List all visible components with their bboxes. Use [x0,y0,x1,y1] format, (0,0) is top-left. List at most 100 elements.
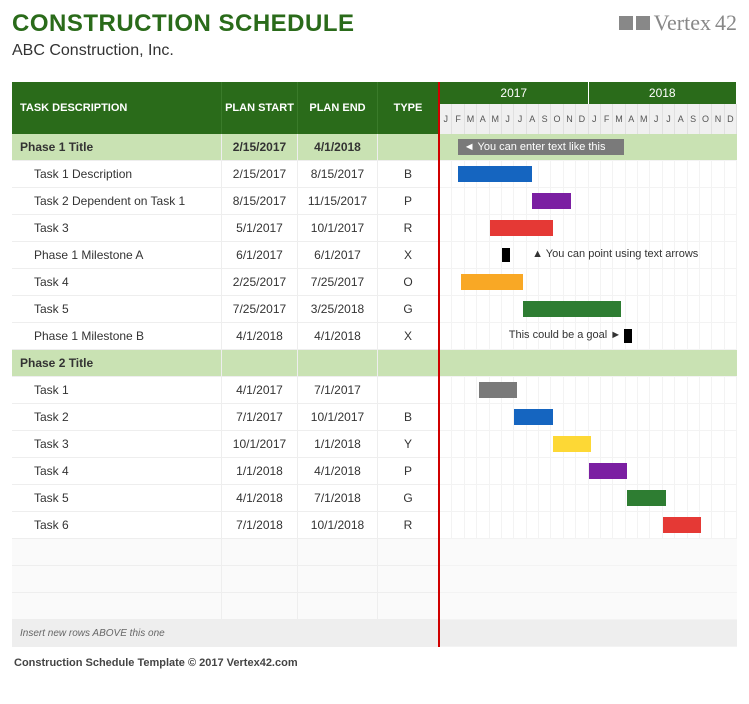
month-label: M [638,104,650,134]
table-row[interactable]: Task 35/1/201710/1/2017R [12,215,438,242]
table-row[interactable]: Task 27/1/201710/1/2017B [12,404,438,431]
table-row[interactable]: Phase 1 Title2/15/20174/1/2018 [12,134,438,161]
type-cell [378,377,438,403]
plan-end-cell: 4/1/2018 [298,134,378,160]
task-name: Phase 1 Milestone A [12,242,222,268]
table-row[interactable]: Task 67/1/201810/1/2018R [12,512,438,539]
table-row[interactable]: Task 2 Dependent on Task 18/15/201711/15… [12,188,438,215]
type-cell [378,350,438,376]
plan-end-cell: 4/1/2018 [298,458,378,484]
task-name: Task 2 [12,404,222,430]
col-task-description: TASK DESCRIPTION [12,82,222,134]
month-label: J [502,104,514,134]
table-row[interactable]: Task 41/1/20184/1/2018P [12,458,438,485]
type-cell: R [378,215,438,241]
table-row[interactable]: Task 54/1/20187/1/2018G [12,485,438,512]
task-name: Task 3 [12,215,222,241]
empty-row[interactable] [12,593,438,620]
gantt-bar [523,301,621,317]
gantt-row [440,620,737,647]
gantt-row [440,296,737,323]
plan-start-cell: 4/1/2018 [222,323,298,349]
task-name: Task 3 [12,431,222,457]
task-name: Task 1 [12,377,222,403]
plan-end-cell: 7/1/2017 [298,377,378,403]
empty-row[interactable] [12,539,438,566]
task-table: TASK DESCRIPTION PLAN START PLAN END TYP… [12,82,440,647]
month-label: M [490,104,502,134]
plan-start-cell: 2/15/2017 [222,161,298,187]
table-row[interactable]: Task 310/1/20171/1/2018Y [12,431,438,458]
month-label: O [551,104,563,134]
table-header: TASK DESCRIPTION PLAN START PLAN END TYP… [12,82,438,134]
plan-start-cell: 4/1/2017 [222,377,298,403]
gantt-bar [663,517,702,533]
table-row[interactable]: Phase 1 Milestone A6/1/20176/1/2017X [12,242,438,269]
plan-end-cell: 10/1/2018 [298,512,378,538]
plan-end-cell: 4/1/2018 [298,323,378,349]
table-row[interactable]: Task 42/25/20177/25/2017O [12,269,438,296]
gantt-bar [458,166,532,182]
annotation-text: This could be a goal ► [509,329,621,341]
plan-end-cell: 7/1/2018 [298,485,378,511]
type-cell: B [378,404,438,430]
table-row[interactable]: Task 57/25/20173/25/2018G [12,296,438,323]
plan-start-cell: 7/1/2017 [222,404,298,430]
month-label: J [663,104,675,134]
gantt-bar [553,436,592,452]
table-row[interactable]: Task 1 Description2/15/20178/15/2017B [12,161,438,188]
plan-end-cell: 10/1/2017 [298,215,378,241]
plan-end-cell: 3/25/2018 [298,296,378,322]
table-row[interactable]: Phase 2 Title [12,350,438,377]
plan-start-cell: 2/15/2017 [222,134,298,160]
col-plan-end: PLAN END [298,82,378,134]
gantt-row: This could be a goal ► [440,323,737,350]
type-cell: B [378,161,438,187]
task-name: Task 4 [12,458,222,484]
col-plan-start: PLAN START [222,82,298,134]
gantt-row [440,431,737,458]
plan-start-cell: 4/1/2018 [222,485,298,511]
gantt-bar [479,382,518,398]
gantt-row [440,485,737,512]
month-label: J [440,104,452,134]
table-row[interactable]: Phase 1 Milestone B4/1/20184/1/2018X [12,323,438,350]
annotation-text: ▲ You can point using text arrows [532,248,698,260]
page-subtitle: ABC Construction, Inc. [12,42,355,60]
type-cell: Y [378,431,438,457]
gantt-bar [627,490,666,506]
plan-start-cell: 6/1/2017 [222,242,298,268]
gantt-bar [461,274,523,290]
table-row[interactable]: Task 14/1/20177/1/2017 [12,377,438,404]
task-name: Task 4 [12,269,222,295]
milestone-marker [624,329,632,343]
plan-end-cell: 8/15/2017 [298,161,378,187]
month-label: A [477,104,489,134]
month-label: J [650,104,662,134]
plan-end-cell: 6/1/2017 [298,242,378,268]
empty-row[interactable] [12,566,438,593]
type-cell: O [378,269,438,295]
type-cell: R [378,512,438,538]
task-name: Task 2 Dependent on Task 1 [12,188,222,214]
insert-note-row: Insert new rows ABOVE this one [12,620,438,647]
type-cell: P [378,458,438,484]
month-label: S [539,104,551,134]
task-name: Phase 1 Milestone B [12,323,222,349]
plan-end-cell: 1/1/2018 [298,431,378,457]
plan-start-cell: 7/25/2017 [222,296,298,322]
month-label: O [700,104,712,134]
month-label: A [675,104,687,134]
gantt-row [440,188,737,215]
type-cell: X [378,242,438,268]
gantt-bar [532,193,571,209]
plan-end-cell: 11/15/2017 [298,188,378,214]
gantt-row [440,404,737,431]
gantt-row [440,566,737,593]
task-name: Task 5 [12,485,222,511]
plan-start-cell [222,350,298,376]
task-name: Task 5 [12,296,222,322]
month-label: D [725,104,737,134]
month-label: F [601,104,613,134]
task-name: Task 6 [12,512,222,538]
